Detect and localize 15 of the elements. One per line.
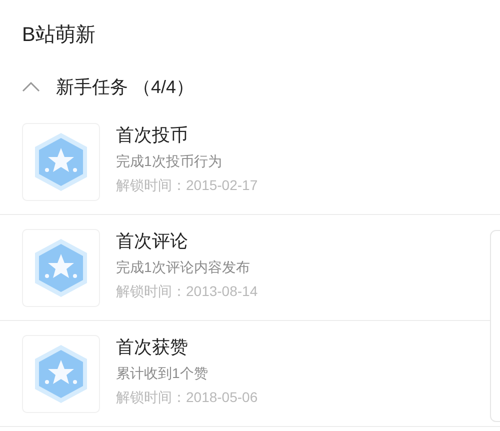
section-header[interactable]: 新手任务 （4/4） — [0, 74, 194, 100]
task-name: 首次获赞 — [116, 336, 189, 358]
unlock-date: 解锁时间：2013-08-14 — [116, 282, 258, 300]
star-medal-icon — [33, 344, 89, 404]
task-name: 首次投币 — [116, 124, 189, 146]
unlock-date: 解锁时间：2015-02-17 — [116, 176, 258, 194]
unlock-date: 解锁时间：2018-05-06 — [116, 388, 258, 406]
task-description: 完成1次投币行为 — [116, 152, 223, 170]
task-description: 累计收到1个赞 — [116, 364, 209, 382]
star-medal-icon — [33, 238, 89, 298]
caret-icon — [22, 82, 40, 92]
star-medal-icon — [33, 132, 89, 192]
task-description: 完成1次评论内容发布 — [116, 258, 251, 276]
page-title: B站萌新 — [21, 23, 96, 48]
task-name: 首次评论 — [116, 230, 189, 252]
